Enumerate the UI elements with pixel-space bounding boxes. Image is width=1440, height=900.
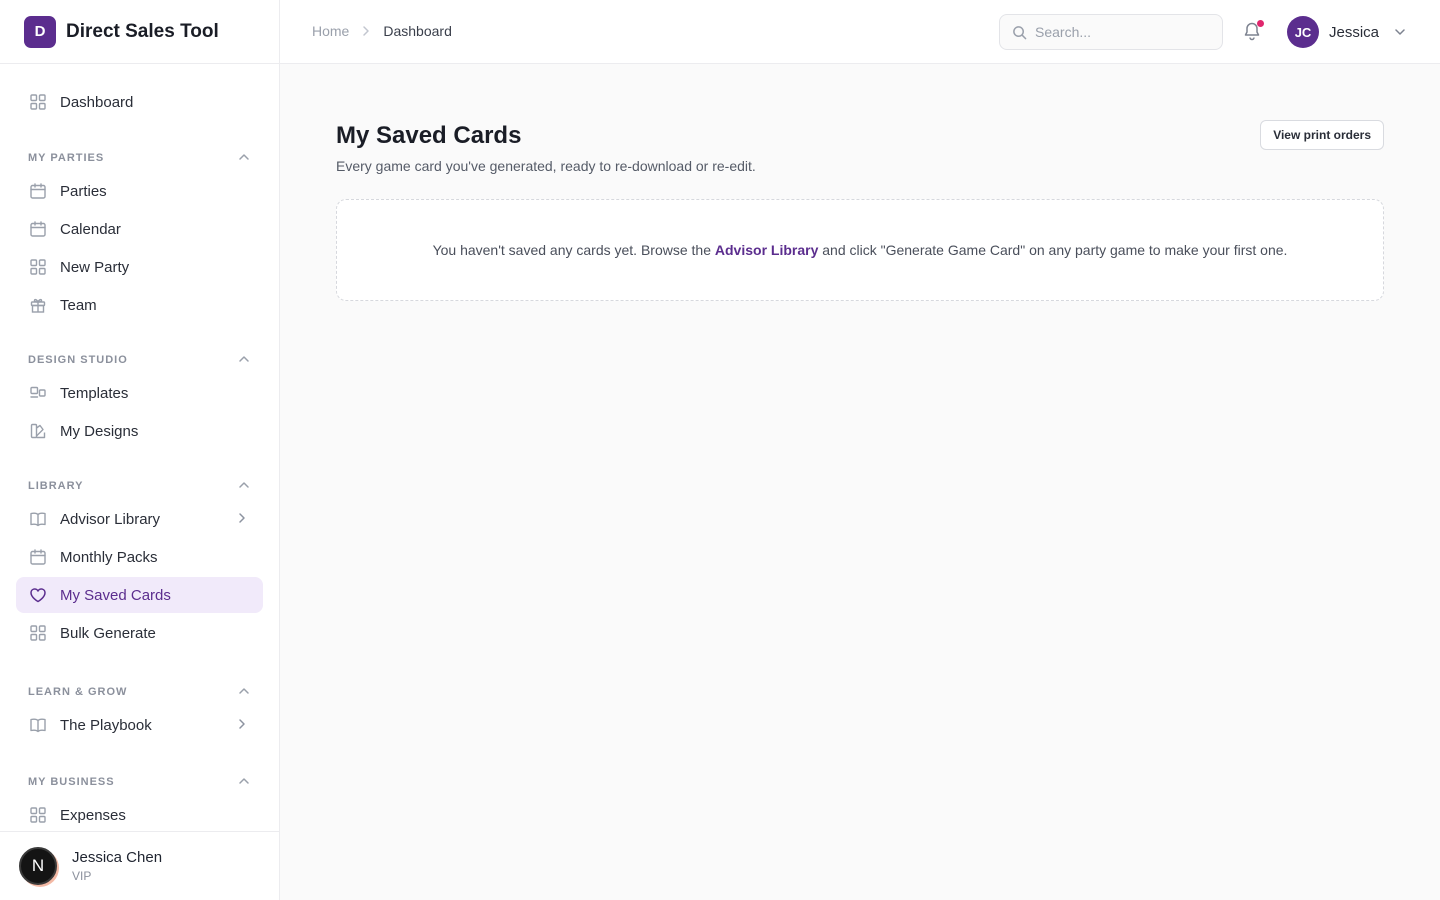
chevron-right-icon bbox=[359, 24, 373, 38]
calendar-icon bbox=[28, 547, 48, 567]
chevron-right-icon[interactable] bbox=[235, 717, 249, 735]
brand-logo: D bbox=[24, 15, 56, 48]
chevron-up-icon[interactable] bbox=[237, 352, 251, 369]
sidebar-item-expenses[interactable]: Expenses bbox=[16, 797, 263, 831]
empty-state-text-after: and click "Generate Game Card" on any pa… bbox=[818, 242, 1288, 258]
sidebar-item-new-party[interactable]: New Party bbox=[16, 249, 263, 285]
sidebar-item-label: New Party bbox=[60, 258, 130, 276]
sidebar-item-my-saved-cards[interactable]: My Saved Cards bbox=[16, 577, 263, 613]
chevron-right-icon[interactable] bbox=[235, 511, 249, 529]
book-icon bbox=[28, 509, 48, 529]
sidebar: D Direct Sales Tool Dashboard MY PARTIES P… bbox=[0, 0, 280, 900]
view-print-orders-button[interactable]: View print orders bbox=[1260, 120, 1384, 150]
heart-icon bbox=[28, 585, 48, 605]
section-title: DESIGN STUDIO bbox=[28, 354, 128, 366]
grid-icon bbox=[28, 92, 48, 112]
page-title: My Saved Cards bbox=[336, 122, 522, 149]
avatar: N bbox=[19, 847, 57, 885]
empty-state-message: You haven't saved any cards yet. Browse … bbox=[433, 242, 1288, 258]
profile-name: Jessica Chen bbox=[72, 849, 163, 866]
section-header-design-studio[interactable]: DESIGN STUDIO bbox=[16, 350, 263, 370]
sidebar-item-label: My Saved Cards bbox=[60, 586, 171, 604]
chevron-up-icon[interactable] bbox=[237, 774, 251, 791]
sidebar-item-label: Templates bbox=[60, 384, 129, 402]
section-header-my-parties[interactable]: MY PARTIES bbox=[16, 148, 263, 168]
chevron-up-icon[interactable] bbox=[237, 478, 251, 495]
grid-icon bbox=[28, 623, 48, 643]
section-header-library[interactable]: LIBRARY bbox=[16, 476, 263, 496]
sidebar-item-bulk-generate[interactable]: Bulk Generate bbox=[16, 615, 263, 651]
sidebar-item-label: Monthly Packs bbox=[60, 548, 158, 566]
chevron-up-icon[interactable] bbox=[237, 150, 251, 167]
section-title: LEARN & GROW bbox=[28, 686, 128, 698]
sidebar-user-profile[interactable]: N Jessica Chen VIP bbox=[0, 831, 279, 900]
user-avatar: JC bbox=[1287, 16, 1319, 48]
sidebar-item-label: Advisor Library bbox=[60, 510, 161, 528]
section-title: MY BUSINESS bbox=[28, 776, 115, 788]
chevron-down-icon bbox=[1393, 25, 1407, 39]
palette-icon bbox=[28, 421, 48, 441]
sidebar-nav: Dashboard MY PARTIES Parties Calendar New Pa… bbox=[0, 64, 279, 831]
search-input[interactable] bbox=[1035, 24, 1205, 40]
sidebar-item-templates[interactable]: Templates bbox=[16, 375, 263, 411]
user-name: Jessica bbox=[1329, 23, 1380, 41]
breadcrumb-home-link[interactable]: Home bbox=[312, 23, 349, 39]
top-bar: Home Dashboard JC Jessica bbox=[280, 0, 1440, 64]
sidebar-item-team[interactable]: Team bbox=[16, 287, 263, 323]
section-header-my-business[interactable]: MY BUSINESS bbox=[16, 772, 263, 792]
sidebar-item-the-playbook[interactable]: The Playbook bbox=[16, 707, 263, 743]
sidebar-item-monthly-packs[interactable]: Monthly Packs bbox=[16, 539, 263, 575]
search-icon bbox=[1012, 25, 1027, 40]
calendar-icon bbox=[28, 219, 48, 239]
brand-name: Direct Sales Tool bbox=[66, 20, 219, 42]
section-title: MY PARTIES bbox=[28, 152, 105, 164]
notification-badge bbox=[1257, 20, 1264, 27]
sidebar-item-dashboard[interactable]: Dashboard bbox=[16, 84, 263, 120]
grid-icon bbox=[28, 257, 48, 277]
empty-state: You haven't saved any cards yet. Browse … bbox=[336, 199, 1384, 301]
sidebar-item-label: Expenses bbox=[60, 806, 126, 824]
section-header-learn-and-grow[interactable]: LEARN & GROW bbox=[16, 682, 263, 702]
section-title: LIBRARY bbox=[28, 480, 84, 492]
sidebar-item-label: Dashboard bbox=[60, 93, 134, 111]
brand[interactable]: D Direct Sales Tool bbox=[0, 0, 279, 64]
page-subtitle: Every game card you've generated, ready … bbox=[336, 158, 756, 174]
book-icon bbox=[28, 715, 48, 735]
user-menu[interactable]: JC Jessica bbox=[1287, 16, 1407, 48]
sidebar-item-parties[interactable]: Parties bbox=[16, 173, 263, 209]
sidebar-item-my-designs[interactable]: My Designs bbox=[16, 413, 263, 449]
grid-icon bbox=[28, 805, 48, 825]
profile-tier: VIP bbox=[72, 869, 92, 883]
calendar-icon bbox=[28, 181, 48, 201]
sidebar-item-calendar[interactable]: Calendar bbox=[16, 211, 263, 247]
breadcrumb: Home Dashboard bbox=[312, 23, 452, 39]
search-box[interactable] bbox=[999, 14, 1223, 50]
advisor-library-link[interactable]: Advisor Library bbox=[715, 242, 818, 258]
gift-icon bbox=[28, 295, 48, 315]
breadcrumb-current: Dashboard bbox=[383, 23, 452, 39]
sidebar-item-label: Bulk Generate bbox=[60, 624, 156, 642]
sidebar-item-label: Calendar bbox=[60, 220, 121, 238]
empty-state-text-before: You haven't saved any cards yet. Browse … bbox=[432, 242, 715, 258]
sidebar-item-label: The Playbook bbox=[60, 716, 152, 734]
layout-icon bbox=[28, 383, 48, 403]
sidebar-item-label: Team bbox=[60, 296, 97, 314]
sidebar-item-label: Parties bbox=[60, 182, 107, 200]
sidebar-item-label: My Designs bbox=[60, 422, 139, 440]
sidebar-item-advisor-library[interactable]: Advisor Library bbox=[16, 501, 263, 537]
chevron-up-icon[interactable] bbox=[237, 684, 251, 701]
main-content: My Saved Cards Every game card you've ge… bbox=[336, 64, 1384, 301]
